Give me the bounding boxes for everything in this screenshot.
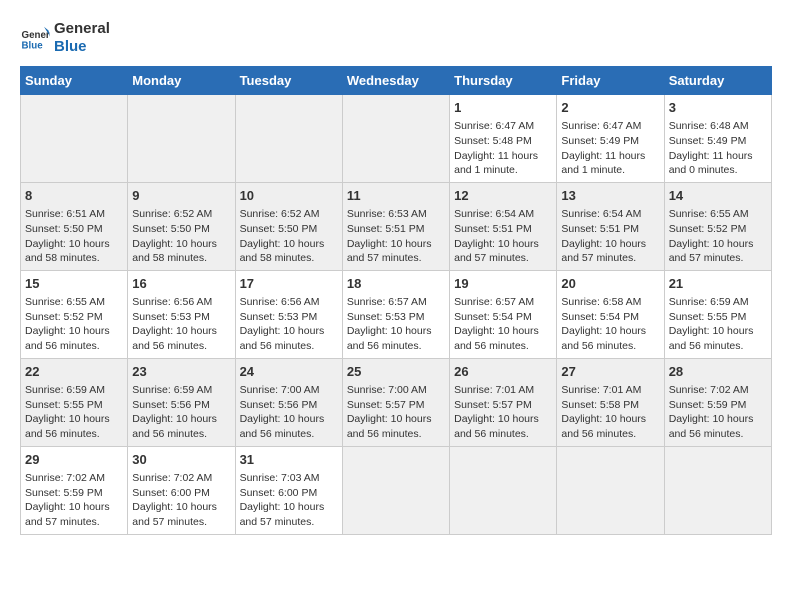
- calendar-cell: 17Sunrise: 6:56 AMSunset: 5:53 PMDayligh…: [235, 270, 342, 358]
- calendar-cell: 15Sunrise: 6:55 AMSunset: 5:52 PMDayligh…: [21, 270, 128, 358]
- svg-text:Blue: Blue: [22, 41, 44, 52]
- calendar-cell: 9Sunrise: 6:52 AMSunset: 5:50 PMDaylight…: [128, 182, 235, 270]
- calendar-cell: 23Sunrise: 6:59 AMSunset: 5:56 PMDayligh…: [128, 358, 235, 446]
- calendar-cell: 3Sunrise: 6:48 AMSunset: 5:49 PMDaylight…: [664, 95, 771, 183]
- weekday-header: Sunday: [21, 67, 128, 95]
- svg-text:General: General: [22, 30, 51, 41]
- empty-cell: [128, 95, 235, 183]
- calendar-cell: 2Sunrise: 6:47 AMSunset: 5:49 PMDaylight…: [557, 95, 664, 183]
- weekday-header: Friday: [557, 67, 664, 95]
- empty-cell: [664, 446, 771, 534]
- page-header: General Blue General Blue: [20, 20, 772, 56]
- calendar-table: SundayMondayTuesdayWednesdayThursdayFrid…: [20, 66, 772, 535]
- calendar-cell: 8Sunrise: 6:51 AMSunset: 5:50 PMDaylight…: [21, 182, 128, 270]
- empty-cell: [557, 446, 664, 534]
- calendar-cell: 14Sunrise: 6:55 AMSunset: 5:52 PMDayligh…: [664, 182, 771, 270]
- calendar-cell: 24Sunrise: 7:00 AMSunset: 5:56 PMDayligh…: [235, 358, 342, 446]
- empty-cell: [342, 446, 449, 534]
- calendar-cell: 22Sunrise: 6:59 AMSunset: 5:55 PMDayligh…: [21, 358, 128, 446]
- calendar-cell: 21Sunrise: 6:59 AMSunset: 5:55 PMDayligh…: [664, 270, 771, 358]
- empty-cell: [450, 446, 557, 534]
- calendar-cell: 29Sunrise: 7:02 AMSunset: 5:59 PMDayligh…: [21, 446, 128, 534]
- calendar-cell: 12Sunrise: 6:54 AMSunset: 5:51 PMDayligh…: [450, 182, 557, 270]
- calendar-cell: 26Sunrise: 7:01 AMSunset: 5:57 PMDayligh…: [450, 358, 557, 446]
- empty-cell: [21, 95, 128, 183]
- logo: General Blue General Blue: [20, 20, 110, 56]
- calendar-cell: 18Sunrise: 6:57 AMSunset: 5:53 PMDayligh…: [342, 270, 449, 358]
- calendar-cell: 27Sunrise: 7:01 AMSunset: 5:58 PMDayligh…: [557, 358, 664, 446]
- calendar-cell: 28Sunrise: 7:02 AMSunset: 5:59 PMDayligh…: [664, 358, 771, 446]
- weekday-header: Tuesday: [235, 67, 342, 95]
- weekday-header: Thursday: [450, 67, 557, 95]
- calendar-cell: 11Sunrise: 6:53 AMSunset: 5:51 PMDayligh…: [342, 182, 449, 270]
- empty-cell: [342, 95, 449, 183]
- calendar-cell: 16Sunrise: 6:56 AMSunset: 5:53 PMDayligh…: [128, 270, 235, 358]
- calendar-cell: 1Sunrise: 6:47 AMSunset: 5:48 PMDaylight…: [450, 95, 557, 183]
- calendar-cell: 19Sunrise: 6:57 AMSunset: 5:54 PMDayligh…: [450, 270, 557, 358]
- weekday-header: Saturday: [664, 67, 771, 95]
- weekday-header: Wednesday: [342, 67, 449, 95]
- calendar-cell: 13Sunrise: 6:54 AMSunset: 5:51 PMDayligh…: [557, 182, 664, 270]
- calendar-cell: 10Sunrise: 6:52 AMSunset: 5:50 PMDayligh…: [235, 182, 342, 270]
- calendar-cell: 31Sunrise: 7:03 AMSunset: 6:00 PMDayligh…: [235, 446, 342, 534]
- weekday-header: Monday: [128, 67, 235, 95]
- calendar-cell: 30Sunrise: 7:02 AMSunset: 6:00 PMDayligh…: [128, 446, 235, 534]
- empty-cell: [235, 95, 342, 183]
- calendar-cell: 25Sunrise: 7:00 AMSunset: 5:57 PMDayligh…: [342, 358, 449, 446]
- calendar-cell: 20Sunrise: 6:58 AMSunset: 5:54 PMDayligh…: [557, 270, 664, 358]
- logo-icon: General Blue: [20, 23, 50, 53]
